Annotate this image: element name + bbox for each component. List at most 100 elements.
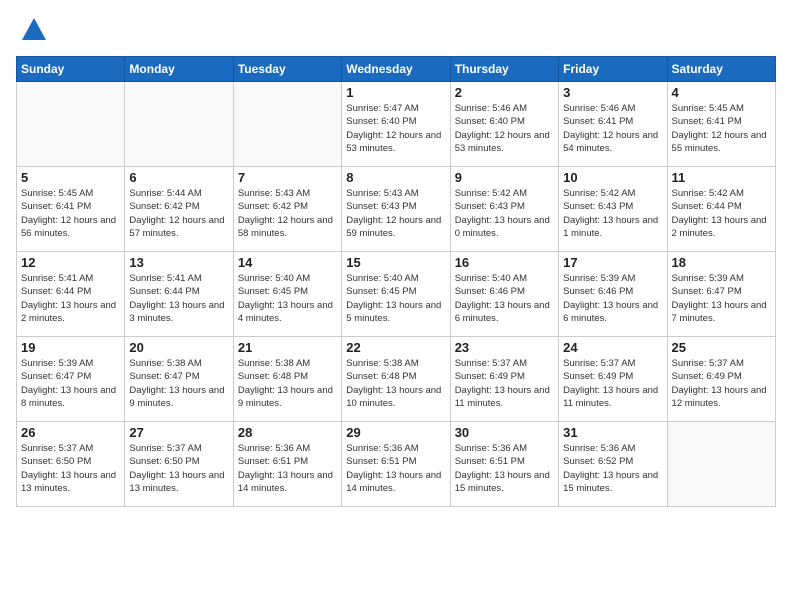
week-row-2: 12 Sunrise: 5:41 AM Sunset: 6:44 PM Dayli… — [17, 252, 776, 337]
day-info: Sunrise: 5:38 AM Sunset: 6:47 PM Dayligh… — [129, 357, 228, 410]
day-number: 12 — [21, 255, 120, 270]
calendar-cell: 2 Sunrise: 5:46 AM Sunset: 6:40 PM Daylig… — [450, 82, 558, 167]
day-number: 22 — [346, 340, 445, 355]
calendar-cell — [233, 82, 341, 167]
day-number: 10 — [563, 170, 662, 185]
day-number: 13 — [129, 255, 228, 270]
calendar-cell: 25 Sunrise: 5:37 AM Sunset: 6:49 PM Dayli… — [667, 337, 775, 422]
day-number: 8 — [346, 170, 445, 185]
week-row-3: 19 Sunrise: 5:39 AM Sunset: 6:47 PM Dayli… — [17, 337, 776, 422]
day-number: 31 — [563, 425, 662, 440]
calendar-cell: 21Sunrise: 5:38 AM Sunset: 6:48 PM Dayli… — [233, 337, 341, 422]
header-row: SundayMondayTuesdayWednesdayThursdayFrid… — [17, 57, 776, 82]
day-info: Sunrise: 5:47 AM Sunset: 6:40 PM Dayligh… — [346, 102, 445, 155]
calendar-body: 1 Sunrise: 5:47 AM Sunset: 6:40 PM Daylig… — [17, 82, 776, 507]
calendar-cell: 26 Sunrise: 5:37 AM Sunset: 6:50 PM Dayli… — [17, 422, 125, 507]
day-number: 25 — [672, 340, 771, 355]
day-info: Sunrise: 5:42 AM Sunset: 6:43 PM Dayligh… — [455, 187, 554, 240]
day-number: 23 — [455, 340, 554, 355]
day-info: Sunrise: 5:39 AM Sunset: 6:46 PM Dayligh… — [563, 272, 662, 325]
calendar-cell: 20 Sunrise: 5:38 AM Sunset: 6:47 PM Dayli… — [125, 337, 233, 422]
day-number: 7 — [238, 170, 337, 185]
day-number: 4 — [672, 85, 771, 100]
day-number: 21 — [238, 340, 337, 355]
day-number: 17 — [563, 255, 662, 270]
day-info: Sunrise: 5:39 AM Sunset: 6:47 PM Dayligh… — [21, 357, 120, 410]
calendar-cell: 6 Sunrise: 5:44 AM Sunset: 6:42 PM Daylig… — [125, 167, 233, 252]
day-info: Sunrise: 5:45 AM Sunset: 6:41 PM Dayligh… — [672, 102, 771, 155]
day-info: Sunrise: 5:46 AM Sunset: 6:40 PM Dayligh… — [455, 102, 554, 155]
day-number: 29 — [346, 425, 445, 440]
day-number: 30 — [455, 425, 554, 440]
day-info: Sunrise: 5:42 AM Sunset: 6:43 PM Dayligh… — [563, 187, 662, 240]
day-info: Sunrise: 5:37 AM Sunset: 6:50 PM Dayligh… — [129, 442, 228, 495]
logo — [16, 16, 48, 44]
calendar-cell: 17 Sunrise: 5:39 AM Sunset: 6:46 PM Dayli… — [559, 252, 667, 337]
header-friday: Friday — [559, 57, 667, 82]
calendar-cell: 22Sunrise: 5:38 AM Sunset: 6:48 PM Dayli… — [342, 337, 450, 422]
logo-icon — [20, 16, 48, 44]
day-number: 9 — [455, 170, 554, 185]
page-header — [16, 16, 776, 44]
week-row-1: 5 Sunrise: 5:45 AM Sunset: 6:41 PM Daylig… — [17, 167, 776, 252]
week-row-4: 26 Sunrise: 5:37 AM Sunset: 6:50 PM Dayli… — [17, 422, 776, 507]
day-number: 6 — [129, 170, 228, 185]
header-wednesday: Wednesday — [342, 57, 450, 82]
calendar-cell: 7 Sunrise: 5:43 AM Sunset: 6:42 PM Daylig… — [233, 167, 341, 252]
day-info: Sunrise: 5:37 AM Sunset: 6:50 PM Dayligh… — [21, 442, 120, 495]
day-info: Sunrise: 5:42 AM Sunset: 6:44 PM Dayligh… — [672, 187, 771, 240]
calendar-cell: 1 Sunrise: 5:47 AM Sunset: 6:40 PM Daylig… — [342, 82, 450, 167]
day-info: Sunrise: 5:43 AM Sunset: 6:42 PM Dayligh… — [238, 187, 337, 240]
day-info: Sunrise: 5:43 AM Sunset: 6:43 PM Dayligh… — [346, 187, 445, 240]
calendar-cell: 15 Sunrise: 5:40 AM Sunset: 6:45 PM Dayli… — [342, 252, 450, 337]
day-info: Sunrise: 5:37 AM Sunset: 6:49 PM Dayligh… — [563, 357, 662, 410]
day-number: 27 — [129, 425, 228, 440]
day-info: Sunrise: 5:36 AM Sunset: 6:51 PM Dayligh… — [346, 442, 445, 495]
header-saturday: Saturday — [667, 57, 775, 82]
day-info: Sunrise: 5:40 AM Sunset: 6:46 PM Dayligh… — [455, 272, 554, 325]
day-info: Sunrise: 5:41 AM Sunset: 6:44 PM Dayligh… — [129, 272, 228, 325]
day-number: 20 — [129, 340, 228, 355]
day-number: 18 — [672, 255, 771, 270]
day-info: Sunrise: 5:40 AM Sunset: 6:45 PM Dayligh… — [238, 272, 337, 325]
header-thursday: Thursday — [450, 57, 558, 82]
calendar-cell: 16Sunrise: 5:40 AM Sunset: 6:46 PM Dayli… — [450, 252, 558, 337]
day-info: Sunrise: 5:40 AM Sunset: 6:45 PM Dayligh… — [346, 272, 445, 325]
day-info: Sunrise: 5:41 AM Sunset: 6:44 PM Dayligh… — [21, 272, 120, 325]
day-info: Sunrise: 5:46 AM Sunset: 6:41 PM Dayligh… — [563, 102, 662, 155]
calendar-cell — [125, 82, 233, 167]
calendar-cell: 4 Sunrise: 5:45 AM Sunset: 6:41 PM Daylig… — [667, 82, 775, 167]
calendar-cell: 10 Sunrise: 5:42 AM Sunset: 6:43 PM Dayli… — [559, 167, 667, 252]
day-number: 26 — [21, 425, 120, 440]
day-number: 19 — [21, 340, 120, 355]
calendar-cell: 8 Sunrise: 5:43 AM Sunset: 6:43 PM Daylig… — [342, 167, 450, 252]
calendar-table: SundayMondayTuesdayWednesdayThursdayFrid… — [16, 56, 776, 507]
day-number: 14 — [238, 255, 337, 270]
day-number: 11 — [672, 170, 771, 185]
calendar-cell: 14 Sunrise: 5:40 AM Sunset: 6:45 PM Dayli… — [233, 252, 341, 337]
day-info: Sunrise: 5:36 AM Sunset: 6:51 PM Dayligh… — [238, 442, 337, 495]
calendar-cell: 9 Sunrise: 5:42 AM Sunset: 6:43 PM Daylig… — [450, 167, 558, 252]
calendar-cell: 23 Sunrise: 5:37 AM Sunset: 6:49 PM Dayli… — [450, 337, 558, 422]
calendar-cell: 27 Sunrise: 5:37 AM Sunset: 6:50 PM Dayli… — [125, 422, 233, 507]
calendar-cell: 5 Sunrise: 5:45 AM Sunset: 6:41 PM Daylig… — [17, 167, 125, 252]
day-info: Sunrise: 5:44 AM Sunset: 6:42 PM Dayligh… — [129, 187, 228, 240]
header-sunday: Sunday — [17, 57, 125, 82]
calendar-header: SundayMondayTuesdayWednesdayThursdayFrid… — [17, 57, 776, 82]
calendar-cell: 11 Sunrise: 5:42 AM Sunset: 6:44 PM Dayli… — [667, 167, 775, 252]
day-number: 2 — [455, 85, 554, 100]
day-info: Sunrise: 5:45 AM Sunset: 6:41 PM Dayligh… — [21, 187, 120, 240]
calendar-cell: 3 Sunrise: 5:46 AM Sunset: 6:41 PM Daylig… — [559, 82, 667, 167]
day-number: 15 — [346, 255, 445, 270]
calendar-cell: 24Sunrise: 5:37 AM Sunset: 6:49 PM Dayli… — [559, 337, 667, 422]
calendar-cell: 30Sunrise: 5:36 AM Sunset: 6:51 PM Dayli… — [450, 422, 558, 507]
header-tuesday: Tuesday — [233, 57, 341, 82]
day-info: Sunrise: 5:37 AM Sunset: 6:49 PM Dayligh… — [455, 357, 554, 410]
day-number: 1 — [346, 85, 445, 100]
day-info: Sunrise: 5:37 AM Sunset: 6:49 PM Dayligh… — [672, 357, 771, 410]
calendar-cell: 12 Sunrise: 5:41 AM Sunset: 6:44 PM Dayli… — [17, 252, 125, 337]
day-number: 5 — [21, 170, 120, 185]
day-number: 3 — [563, 85, 662, 100]
calendar-cell: 31Sunrise: 5:36 AM Sunset: 6:52 PM Dayli… — [559, 422, 667, 507]
calendar-cell — [667, 422, 775, 507]
